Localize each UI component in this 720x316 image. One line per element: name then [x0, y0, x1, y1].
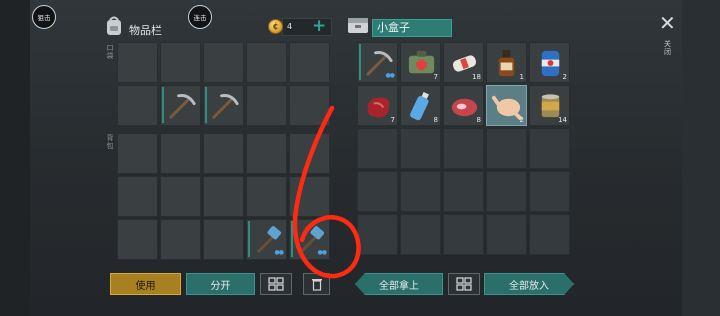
- empty-slot[interactable]: [357, 214, 398, 255]
- backpack-icon: [107, 16, 121, 35]
- empty-slot[interactable]: [400, 128, 441, 169]
- empty-slot[interactable]: [203, 219, 244, 260]
- pickaxe-icon: [212, 94, 239, 119]
- item-quantity: 18: [472, 73, 481, 81]
- empty-slot[interactable]: [529, 214, 570, 255]
- item-slot[interactable]: 2: [486, 85, 527, 126]
- empty-slot[interactable]: [246, 85, 287, 126]
- pickaxe-icon: [169, 94, 196, 119]
- item-slot[interactable]: 18: [443, 42, 484, 83]
- grid-icon: [456, 277, 472, 291]
- item-slot[interactable]: [203, 85, 244, 126]
- empty-slot[interactable]: [529, 128, 570, 169]
- inventory-title: 物品栏: [129, 24, 162, 37]
- empty-slot[interactable]: [117, 133, 158, 174]
- empty-slot[interactable]: [203, 42, 244, 83]
- empty-slot[interactable]: [443, 128, 484, 169]
- empty-slot[interactable]: [160, 133, 201, 174]
- durability-bar: [205, 87, 207, 123]
- durability-bar: [291, 221, 293, 257]
- take-all-button[interactable]: 全部拿上: [355, 273, 443, 295]
- durability-bar: [248, 221, 250, 257]
- item-slot[interactable]: ●●: [289, 219, 330, 260]
- coin-icon: ¢: [268, 19, 283, 34]
- empty-slot[interactable]: [117, 176, 158, 217]
- item-quantity: 14: [558, 116, 567, 124]
- item-quantity: 7: [433, 73, 438, 81]
- empty-slot[interactable]: [289, 42, 330, 83]
- container-title: 小盒子: [372, 19, 452, 37]
- empty-slot[interactable]: [289, 85, 330, 126]
- quality-dots: ●●: [385, 72, 396, 79]
- item-quantity: 8: [433, 116, 438, 124]
- item-slot[interactable]: 2: [529, 42, 570, 83]
- empty-slot[interactable]: [486, 214, 527, 255]
- item-slot[interactable]: [160, 85, 201, 126]
- grid-icon: [268, 277, 284, 291]
- durability-bar: [359, 44, 361, 80]
- empty-slot[interactable]: [203, 133, 244, 174]
- close-icon[interactable]: ✕: [659, 11, 676, 35]
- empty-slot[interactable]: [486, 171, 527, 212]
- backpack-label: 背包: [106, 134, 114, 150]
- item-slot[interactable]: 8: [400, 85, 441, 126]
- empty-slot[interactable]: [160, 176, 201, 217]
- empty-slot[interactable]: [117, 219, 158, 260]
- snipe-button[interactable]: 狙击: [32, 5, 56, 29]
- empty-slot[interactable]: [289, 133, 330, 174]
- currency-count: 4: [287, 22, 293, 31]
- quality-dots: ●●: [274, 249, 285, 256]
- right-edge: [682, 0, 720, 316]
- item-quantity: 8: [476, 116, 481, 124]
- add-currency-button[interactable]: +: [312, 16, 326, 36]
- empty-slot[interactable]: [357, 128, 398, 169]
- item-slot[interactable]: 1: [486, 42, 527, 83]
- put-all-button[interactable]: 全部放入: [484, 273, 574, 295]
- trash-icon: [311, 279, 322, 291]
- empty-slot[interactable]: [400, 214, 441, 255]
- item-slot[interactable]: ●●: [246, 219, 287, 260]
- item-quantity: 7: [390, 116, 395, 124]
- empty-slot[interactable]: [486, 128, 527, 169]
- item-slot[interactable]: 7: [400, 42, 441, 83]
- empty-slot[interactable]: [289, 176, 330, 217]
- empty-slot[interactable]: [160, 219, 201, 260]
- empty-slot[interactable]: [117, 85, 158, 126]
- item-slot[interactable]: ●●: [357, 42, 398, 83]
- empty-slot[interactable]: [529, 171, 570, 212]
- item-slot[interactable]: 7: [357, 85, 398, 126]
- empty-slot[interactable]: [160, 42, 201, 83]
- empty-slot[interactable]: [117, 42, 158, 83]
- empty-slot[interactable]: [400, 171, 441, 212]
- sort-container-button[interactable]: [448, 273, 480, 295]
- sort-inventory-button[interactable]: [260, 273, 292, 295]
- item-quantity: 2: [519, 116, 524, 124]
- pocket-label: 口袋: [106, 44, 114, 60]
- item-quantity: 1: [519, 73, 524, 81]
- empty-slot[interactable]: [246, 42, 287, 83]
- left-edge: [0, 0, 30, 316]
- use-button[interactable]: 使用: [110, 273, 181, 295]
- empty-slot[interactable]: [357, 171, 398, 212]
- empty-slot[interactable]: [443, 171, 484, 212]
- trash-button[interactable]: [303, 273, 330, 295]
- item-quantity: 2: [562, 73, 567, 81]
- durability-bar: [162, 87, 164, 123]
- burst-button[interactable]: 连击: [188, 5, 212, 29]
- item-slot[interactable]: 14: [529, 85, 570, 126]
- box-icon: [348, 18, 368, 33]
- empty-slot[interactable]: [443, 214, 484, 255]
- empty-slot[interactable]: [246, 133, 287, 174]
- split-button[interactable]: 分开: [186, 273, 255, 295]
- close-label[interactable]: 关闭: [664, 40, 672, 56]
- empty-slot[interactable]: [246, 176, 287, 217]
- item-slot[interactable]: 8: [443, 85, 484, 126]
- quality-dots: ●●: [317, 249, 328, 256]
- empty-slot[interactable]: [203, 176, 244, 217]
